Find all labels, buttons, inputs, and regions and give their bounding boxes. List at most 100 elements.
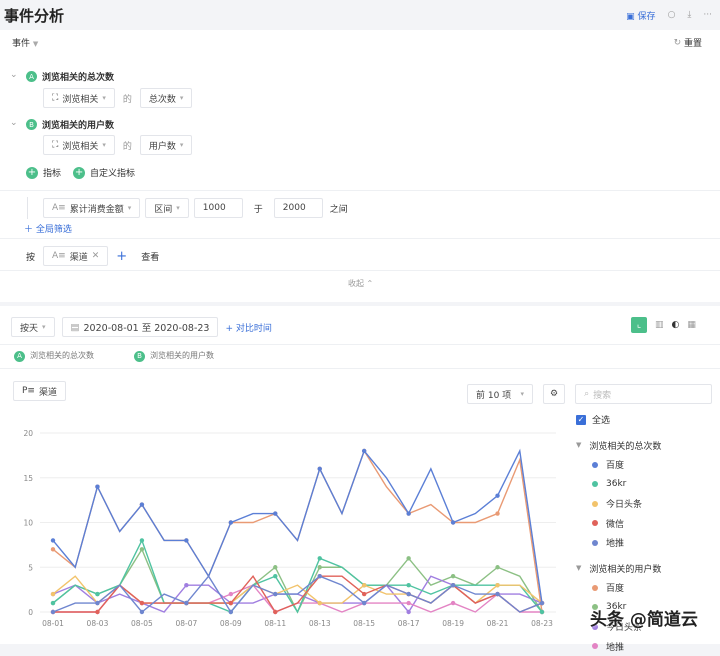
measure-select[interactable]: 总次数▾ (140, 88, 193, 108)
data-point[interactable] (51, 610, 55, 614)
legend-item[interactable]: 百度 (576, 455, 716, 475)
series-line[interactable] (53, 576, 542, 612)
series-line[interactable] (53, 540, 542, 612)
legend-item[interactable]: 地推 (576, 637, 716, 656)
data-point[interactable] (184, 538, 188, 542)
data-point[interactable] (406, 610, 410, 614)
remove-icon[interactable]: ✕ (92, 251, 100, 261)
legend-group[interactable]: ▼浏览相关的用户数 (576, 559, 716, 579)
data-point[interactable] (51, 547, 55, 551)
add-global-filter-button[interactable]: ＋ 全局筛选 (24, 222, 72, 235)
data-point[interactable] (51, 592, 55, 596)
data-point[interactable] (318, 574, 322, 578)
legend-item[interactable]: 地推 (576, 533, 716, 553)
data-point[interactable] (184, 583, 188, 587)
data-point[interactable] (362, 592, 366, 596)
collapse-button[interactable]: 收起 ⌃ (348, 278, 373, 289)
metric-tab-b[interactable]: B浏览相关的用户数 (134, 350, 214, 362)
save-button[interactable]: ▣ 保存 (626, 9, 655, 22)
metric-name[interactable]: 浏览相关的用户数 (42, 118, 114, 131)
data-point[interactable] (406, 601, 410, 605)
legend-item[interactable]: 百度 (576, 578, 716, 598)
metric-name[interactable]: 浏览相关的总次数 (42, 70, 114, 83)
table-chart-icon[interactable]: ▦ (687, 320, 696, 330)
data-point[interactable] (273, 565, 277, 569)
metric-tab-a[interactable]: A浏览相关的总次数 (14, 350, 94, 362)
download-icon[interactable]: ⤓ (687, 10, 691, 20)
data-point[interactable] (273, 511, 277, 515)
topn-select[interactable]: 前 10 项▾ (467, 384, 533, 404)
legend-item[interactable]: 今日头条 (576, 494, 716, 514)
data-point[interactable] (451, 574, 455, 578)
data-point[interactable] (540, 610, 544, 614)
data-point[interactable] (362, 583, 366, 587)
data-point[interactable] (406, 583, 410, 587)
data-point[interactable] (362, 601, 366, 605)
data-point[interactable] (451, 583, 455, 587)
data-point[interactable] (406, 511, 410, 515)
data-point[interactable] (273, 610, 277, 614)
data-point[interactable] (95, 610, 99, 614)
filter-to-input[interactable]: 2000 (274, 198, 323, 218)
compare-time-button[interactable]: + 对比时间 (225, 321, 271, 334)
data-point[interactable] (495, 583, 499, 587)
data-point[interactable] (95, 485, 99, 489)
data-point[interactable] (273, 574, 277, 578)
data-point[interactable] (495, 592, 499, 596)
data-point[interactable] (140, 538, 144, 542)
pie-chart-icon[interactable]: ◐ (672, 320, 680, 330)
more-icon[interactable]: ··· (703, 10, 712, 20)
data-point[interactable] (229, 592, 233, 596)
data-point[interactable] (95, 601, 99, 605)
filter-from-input[interactable]: 1000 (194, 198, 243, 218)
filter-property-select[interactable]: A≡累计消费金额▾ (43, 198, 140, 218)
groupby-chip[interactable]: A≡渠道✕ (43, 246, 108, 266)
legend-search-input[interactable]: ⌕搜索 (575, 384, 712, 404)
data-point[interactable] (51, 538, 55, 542)
data-point[interactable] (495, 493, 499, 497)
data-point[interactable] (362, 449, 366, 453)
data-point[interactable] (451, 520, 455, 524)
add-custom-metric-button[interactable]: +自定义指标 (73, 166, 135, 179)
legend-group[interactable]: ▼浏览相关的总次数 (576, 436, 716, 456)
legend-item[interactable]: 36kr (576, 475, 716, 495)
bar-chart-icon[interactable]: ▥ (655, 320, 664, 330)
series-line[interactable] (53, 451, 542, 612)
data-point[interactable] (318, 556, 322, 560)
data-point[interactable] (495, 565, 499, 569)
data-point[interactable] (451, 601, 455, 605)
data-point[interactable] (140, 547, 144, 551)
data-point[interactable] (229, 601, 233, 605)
data-point[interactable] (540, 601, 544, 605)
data-point[interactable] (229, 610, 233, 614)
data-point[interactable] (140, 502, 144, 506)
settings-icon[interactable]: ⚙ (543, 384, 565, 404)
add-groupby-icon[interactable]: + (116, 249, 127, 264)
data-point[interactable] (406, 592, 410, 596)
filter-operator-select[interactable]: 区间▾ (145, 198, 189, 218)
data-point[interactable] (495, 511, 499, 515)
data-point[interactable] (184, 601, 188, 605)
legend-item[interactable]: 微信 (576, 514, 716, 534)
add-metric-button[interactable]: +指标 (26, 166, 61, 179)
measure-select[interactable]: 用户数▾ (140, 135, 193, 155)
events-dropdown[interactable]: 事件 ▼ (12, 36, 38, 49)
reset-button[interactable]: ↻ 重置 (674, 36, 702, 49)
event-select[interactable]: ⛶浏览相关▾ (43, 88, 115, 108)
series-line[interactable] (53, 451, 542, 603)
collapse-chevron-icon[interactable]: ⌄ (10, 70, 18, 80)
granularity-select[interactable]: 按天▾ (11, 317, 55, 337)
data-point[interactable] (140, 601, 144, 605)
data-point[interactable] (318, 565, 322, 569)
select-all-checkbox[interactable]: ✓全选 (576, 410, 716, 430)
refresh-icon[interactable]: ○ (668, 10, 676, 20)
dimension-button[interactable]: P≡渠道 (13, 381, 66, 401)
data-point[interactable] (140, 610, 144, 614)
data-point[interactable] (229, 520, 233, 524)
data-point[interactable] (318, 601, 322, 605)
data-point[interactable] (318, 467, 322, 471)
event-select[interactable]: ⛶浏览相关▾ (43, 135, 115, 155)
data-point[interactable] (273, 592, 277, 596)
data-point[interactable] (95, 592, 99, 596)
collapse-chevron-icon[interactable]: ⌄ (10, 118, 18, 128)
